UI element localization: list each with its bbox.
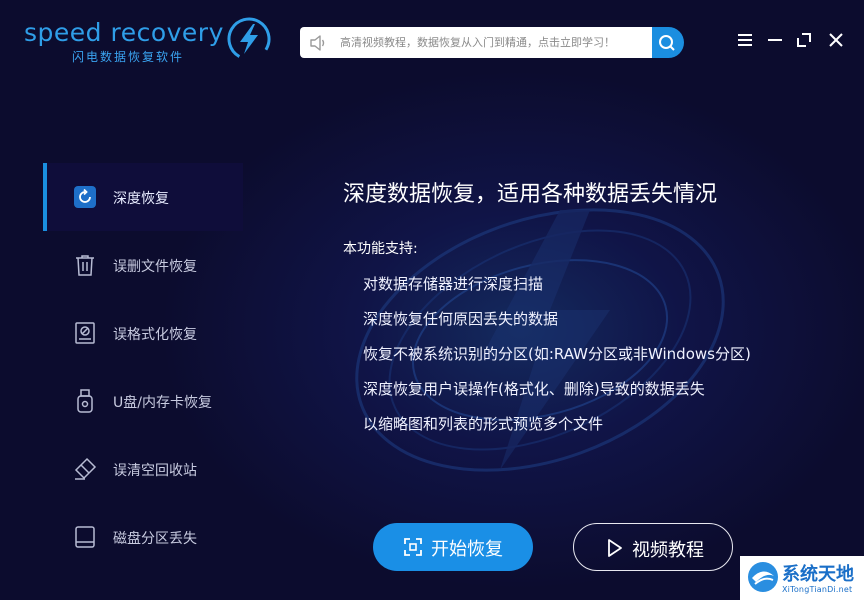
sidebar-item-label: 误清空回收站: [113, 463, 197, 479]
maximize-icon: [797, 33, 811, 47]
menu-button[interactable]: [735, 30, 755, 50]
start-recovery-button[interactable]: 开始恢复: [373, 523, 533, 571]
app-logo: speed recovery 闪电数据恢复软件: [24, 14, 271, 70]
logo-name: speed recovery: [24, 18, 224, 47]
feature-item: 深度恢复用户误操作(格式化、删除)导致的数据丢失: [363, 380, 705, 398]
feature-item: 深度恢复任何原因丢失的数据: [363, 310, 559, 328]
sidebar-item-label: 磁盘分区丢失: [113, 531, 197, 547]
decorative-swirl: [355, 208, 725, 472]
usb-drive-icon: [77, 389, 93, 413]
scan-icon: [404, 538, 422, 556]
close-icon: [829, 33, 843, 47]
sidebar-item-partition-lost[interactable]: 磁盘分区丢失: [43, 503, 243, 571]
sidebar-item-label: 误删文件恢复: [113, 259, 197, 275]
start-recovery-label: 开始恢复: [431, 539, 503, 560]
trash-icon: [76, 255, 94, 276]
feature-item: 恢复不被系统识别的分区(如:RAW分区或非Windows分区): [363, 345, 751, 363]
logo-subtitle: 闪电数据恢复软件: [72, 50, 185, 64]
sidebar-item-deep-recovery[interactable]: 深度恢复: [43, 163, 243, 231]
search-input[interactable]: [340, 27, 650, 58]
app-window: speed recovery 闪电数据恢复软件 高清视频教程，数据恢复从入门到精…: [0, 0, 864, 600]
sidebar-item-label: 深度恢复: [113, 191, 169, 207]
sidebar-item-usb-recovery[interactable]: U盘/内存卡恢复: [43, 367, 243, 435]
sidebar-item-label: U盘/内存卡恢复: [113, 395, 212, 411]
hard-disk-icon: [75, 526, 95, 548]
close-button[interactable]: [826, 30, 846, 50]
format-disk-icon: [75, 322, 95, 344]
sidebar-item-deleted-files[interactable]: 误删文件恢复: [43, 231, 243, 299]
lightning-icon: [227, 17, 271, 61]
play-icon: [608, 539, 622, 557]
refresh-icon: [74, 186, 96, 208]
support-label: 本功能支持:: [343, 241, 418, 257]
watermark-url: XiTongTianDi.net: [782, 585, 853, 594]
video-tutorial-label: 视频教程: [632, 540, 704, 561]
watermark-logo-icon: [748, 562, 778, 592]
sidebar-item-label: 误格式化恢复: [113, 327, 197, 343]
speaker-icon: [310, 35, 325, 51]
minimize-icon: [768, 39, 782, 41]
minimize-button[interactable]: [765, 30, 785, 50]
search-icon: [659, 35, 675, 51]
watermark-text: 系统天地: [782, 564, 854, 585]
hamburger-icon: [738, 34, 752, 46]
maximize-button[interactable]: [794, 30, 814, 50]
sidebar-item-recycle-bin[interactable]: 误清空回收站: [43, 435, 243, 503]
video-tutorial-button[interactable]: 视频教程: [573, 523, 733, 571]
eraser-icon: [74, 457, 97, 480]
feature-item: 对数据存储器进行深度扫描: [363, 275, 544, 293]
search-button[interactable]: [652, 27, 684, 58]
page-title: 深度数据恢复，适用各种数据丢失情况: [343, 182, 718, 207]
feature-item: 以缩略图和列表的形式预览多个文件: [363, 415, 604, 433]
site-watermark: 系统天地 XiTongTianDi.net: [740, 556, 864, 600]
sidebar-item-format-recovery[interactable]: 误格式化恢复: [43, 299, 243, 367]
search-bar: [300, 27, 660, 58]
